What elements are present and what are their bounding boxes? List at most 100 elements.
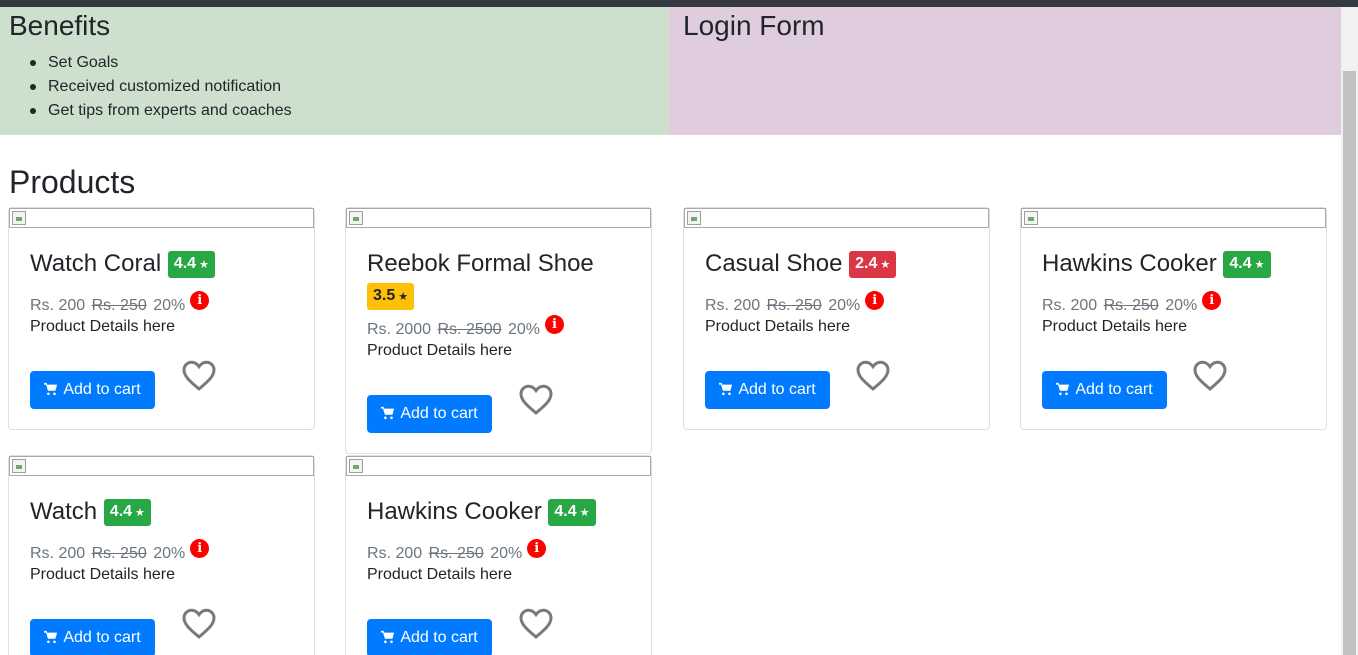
add-to-cart-button[interactable]: Add to cart — [1042, 371, 1167, 409]
login-form-title: Login Form — [683, 10, 825, 41]
rating-value: 2.4 — [855, 255, 878, 272]
add-to-cart-button[interactable]: Add to cart — [30, 371, 155, 409]
add-to-cart-button[interactable]: Add to cart — [705, 371, 830, 409]
add-to-cart-label: Add to cart — [63, 629, 141, 646]
product-name-text: Reebok Formal Shoe — [367, 250, 594, 277]
add-to-cart-button[interactable]: Add to cart — [367, 619, 492, 655]
discount: 20% — [153, 545, 186, 562]
cart-icon — [381, 630, 395, 644]
rating-badge: 4.4 ★ — [167, 251, 215, 278]
info-icon[interactable]: i — [190, 539, 210, 558]
product-card: Reebok Formal Shoe 3.5 ★ Rs. 2000 Rs. 250… — [345, 207, 652, 454]
product-details: Product Details here — [1042, 318, 1187, 335]
old-price: Rs. 250 — [91, 545, 147, 562]
discount: 20% — [508, 321, 541, 338]
product-image — [684, 208, 989, 228]
scrollbar-thumb[interactable] — [1343, 71, 1356, 655]
rating-value: 3.5 — [373, 287, 396, 304]
heart-outline-icon[interactable] — [855, 358, 891, 392]
top-navbar-strip — [0, 0, 1358, 7]
broken-image-icon — [1024, 211, 1038, 225]
price-line: Rs. 2000 Rs. 2500 20% i — [367, 315, 565, 342]
product-name-text: Watch — [30, 498, 98, 525]
login-form-section: Login Form — [669, 7, 1341, 135]
star-icon: ★ — [199, 259, 209, 271]
info-icon[interactable]: i — [545, 315, 565, 334]
cart-icon — [44, 382, 58, 396]
rating-value: 4.4 — [1229, 255, 1252, 272]
star-icon: ★ — [398, 291, 409, 303]
product-name-text: Casual Shoe — [705, 250, 843, 277]
price-line: Rs. 200 Rs. 250 20% i — [30, 539, 210, 566]
vertical-scrollbar[interactable] — [1341, 7, 1358, 655]
info-icon[interactable]: i — [527, 539, 547, 558]
price-line: Rs. 200 Rs. 250 20% i — [367, 539, 547, 566]
product-card: Hawkins Cooker 4.4 ★ Rs. 200 Rs. 250 20% i… — [345, 455, 652, 655]
price: Rs. 200 — [1042, 297, 1098, 314]
rating-badge: 2.4 ★ — [849, 251, 897, 278]
old-price: Rs. 250 — [1103, 297, 1159, 314]
product-image — [346, 208, 651, 228]
add-to-cart-label: Add to cart — [400, 629, 478, 646]
add-to-cart-label: Add to cart — [1075, 381, 1153, 398]
products-title: Products — [9, 164, 136, 200]
broken-image-icon — [12, 459, 26, 473]
product-details: Product Details here — [30, 318, 175, 335]
broken-image-icon — [12, 211, 26, 225]
old-price: Rs. 250 — [91, 297, 147, 314]
benefits-section: Benefits Set Goals Received customized n… — [0, 7, 669, 135]
cart-icon — [381, 406, 395, 420]
discount: 20% — [490, 545, 523, 562]
price: Rs. 200 — [367, 545, 423, 562]
product-name: Watch Coral 4.4 ★ — [30, 248, 300, 280]
product-card: Watch 4.4 ★ Rs. 200 Rs. 250 20% i Product … — [8, 455, 315, 655]
info-icon[interactable]: i — [190, 291, 210, 310]
rating-value: 4.4 — [173, 255, 197, 272]
price: Rs. 200 — [30, 297, 86, 314]
star-icon: ★ — [1254, 259, 1265, 271]
info-icon[interactable]: i — [1202, 291, 1222, 310]
product-name-text: Watch Coral — [30, 250, 162, 277]
discount: 20% — [1165, 297, 1198, 314]
product-card: Watch Coral 4.4 ★ Rs. 200 Rs. 250 20% i Pr… — [8, 207, 315, 430]
rating-badge: 3.5 ★ — [367, 283, 415, 310]
product-card: Casual Shoe 2.4 ★ Rs. 200 Rs. 250 20% i Pr… — [683, 207, 990, 430]
product-name-text: Hawkins Cooker — [367, 498, 542, 525]
price-line: Rs. 200 Rs. 250 20% i — [1042, 291, 1222, 318]
heart-outline-icon[interactable] — [181, 358, 217, 392]
price: Rs. 2000 — [367, 321, 432, 338]
heart-outline-icon[interactable] — [181, 606, 217, 640]
product-name-text: Hawkins Cooker — [1042, 250, 1217, 277]
heart-outline-icon[interactable] — [518, 606, 554, 640]
product-details: Product Details here — [705, 318, 850, 335]
benefits-list: Set Goals Received customized notificati… — [30, 51, 292, 123]
info-icon[interactable]: i — [865, 291, 885, 310]
rating-value: 4.4 — [109, 503, 133, 520]
product-image — [1021, 208, 1326, 228]
price: Rs. 200 — [705, 297, 761, 314]
star-icon: ★ — [135, 507, 145, 519]
heart-outline-icon[interactable] — [1192, 358, 1228, 392]
benefits-title: Benefits — [9, 10, 111, 41]
cart-icon — [1056, 382, 1070, 396]
old-price: Rs. 250 — [766, 297, 822, 314]
page-content: Benefits Set Goals Received customized n… — [0, 7, 1341, 655]
rating-badge: 4.4 ★ — [103, 499, 151, 526]
discount: 20% — [828, 297, 861, 314]
product-image — [9, 208, 314, 228]
discount: 20% — [153, 297, 186, 314]
cart-icon — [719, 382, 733, 396]
broken-image-icon — [687, 211, 701, 225]
benefit-item: Set Goals — [30, 51, 292, 75]
rating-value: 4.4 — [554, 503, 577, 520]
heart-outline-icon[interactable] — [518, 382, 554, 416]
add-to-cart-button[interactable]: Add to cart — [367, 395, 492, 433]
old-price: Rs. 250 — [428, 545, 484, 562]
star-icon: ★ — [579, 507, 590, 519]
benefit-item: Get tips from experts and coaches — [30, 99, 292, 123]
add-to-cart-button[interactable]: Add to cart — [30, 619, 155, 655]
product-card: Hawkins Cooker 4.4 ★ Rs. 200 Rs. 250 20% i… — [1020, 207, 1327, 430]
price-line: Rs. 200 Rs. 250 20% i — [705, 291, 885, 318]
product-details: Product Details here — [367, 566, 512, 583]
benefit-item: Received customized notification — [30, 75, 292, 99]
